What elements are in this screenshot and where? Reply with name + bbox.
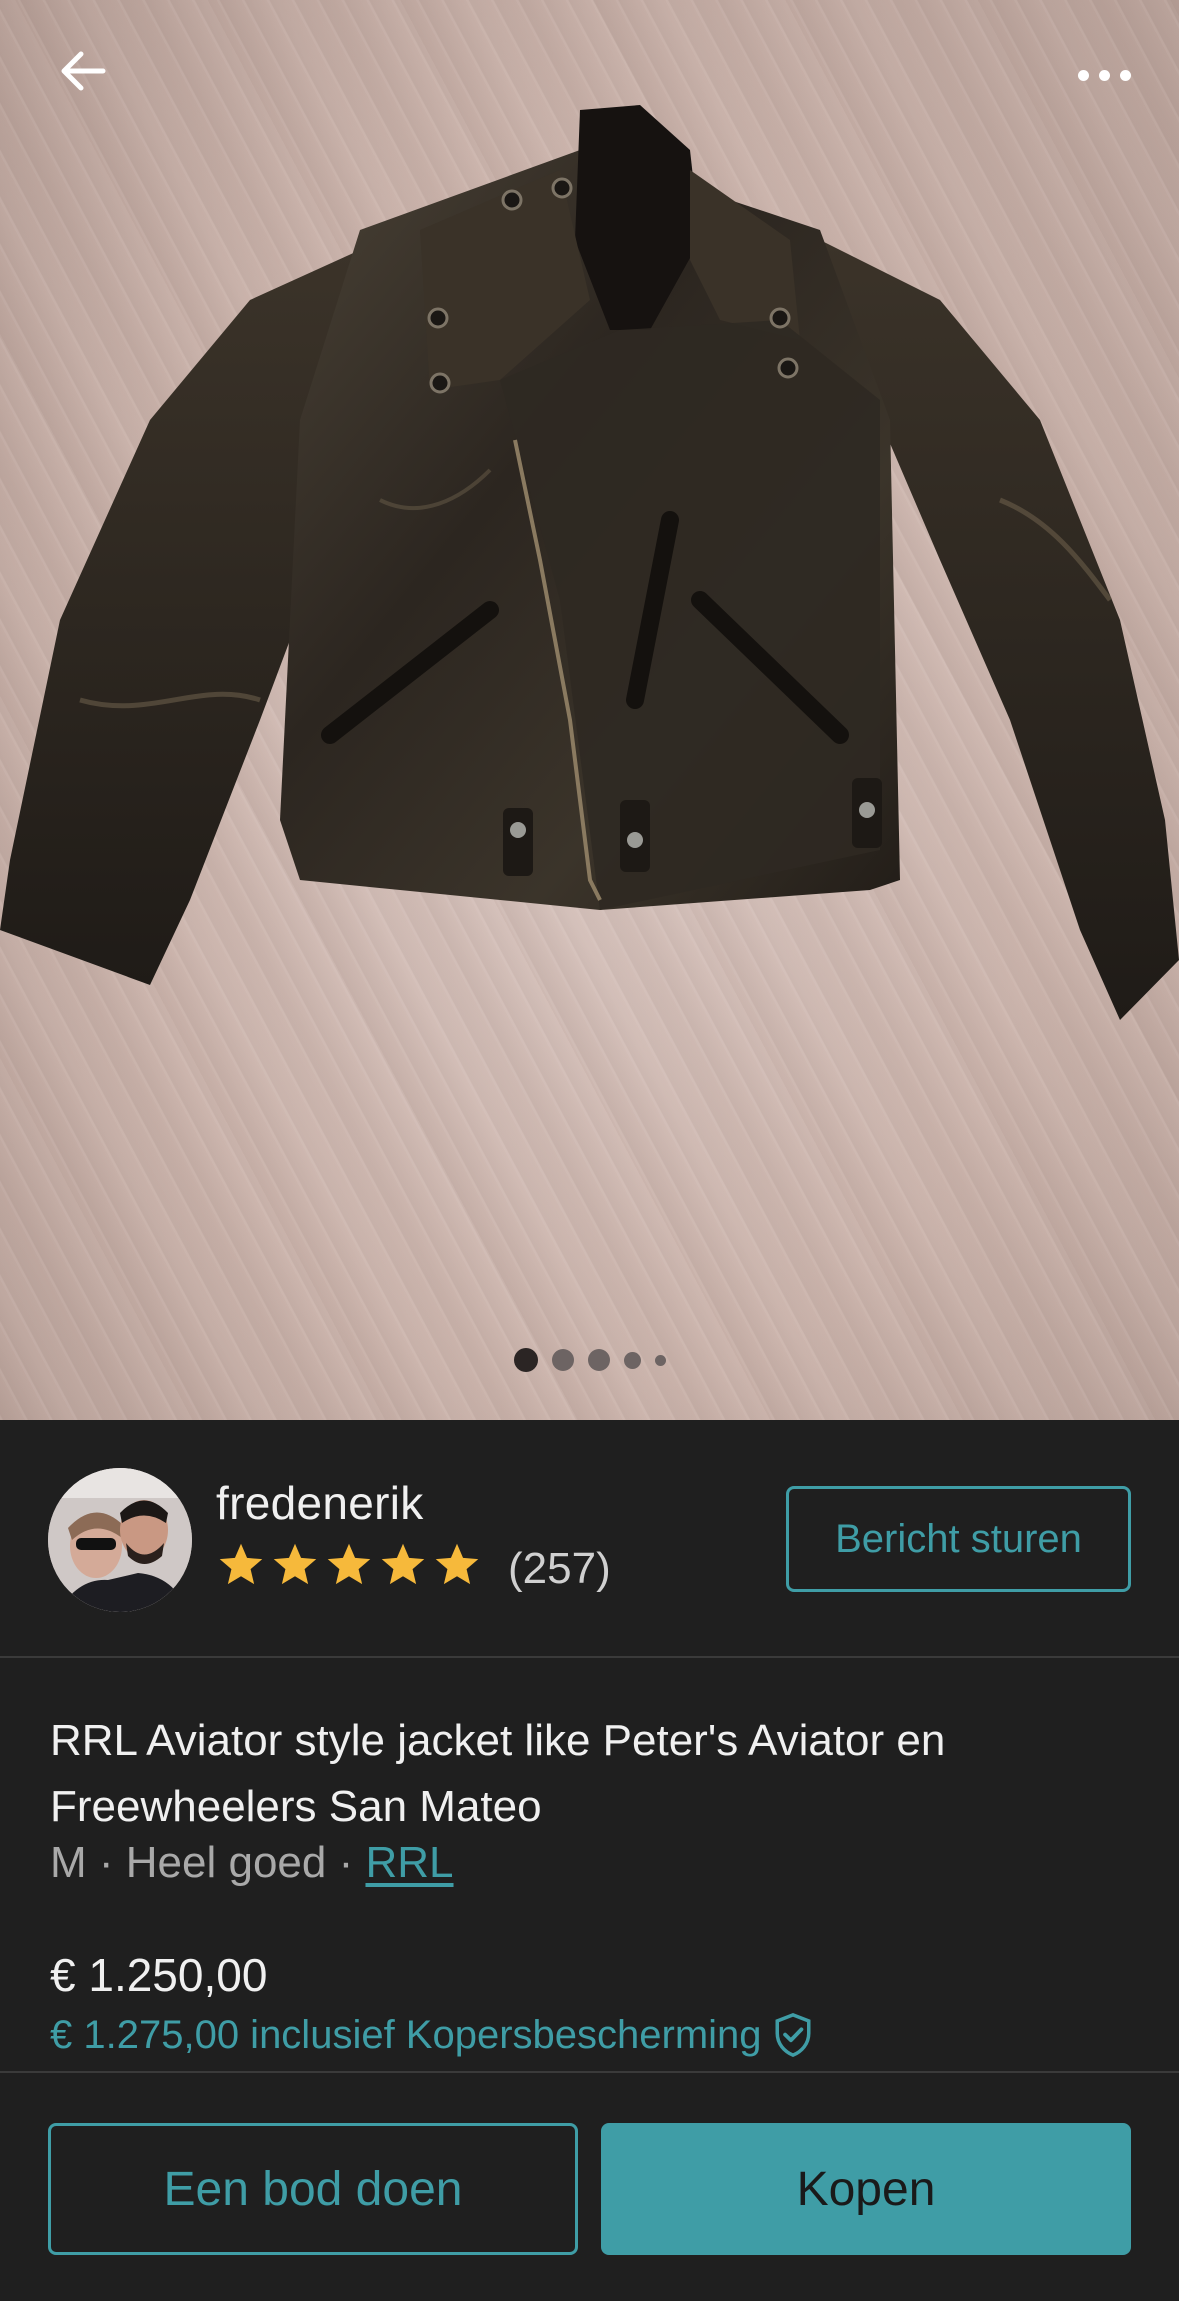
more-horizontal-icon	[1077, 69, 1089, 81]
brand-link[interactable]: RRL	[365, 1838, 453, 1888]
product-title: RRL Aviator style jacket like Peter's Av…	[50, 1716, 946, 1831]
pagination-dot[interactable]	[654, 1354, 666, 1366]
star-icon	[273, 1543, 317, 1585]
star-icon	[327, 1543, 371, 1585]
product-size: M	[50, 1838, 87, 1887]
more-options-button[interactable]	[1059, 40, 1149, 110]
more-horizontal-icon-dot	[1119, 69, 1131, 81]
product-photo[interactable]	[0, 0, 1179, 1420]
action-bar: Een bod doen Kopen	[0, 2071, 1179, 2301]
back-button[interactable]	[48, 36, 118, 106]
pagination-dot[interactable]	[623, 1351, 641, 1369]
jacket-image	[0, 105, 1179, 1020]
avatar[interactable]	[48, 1468, 192, 1612]
shield-check-icon	[775, 2012, 811, 2058]
more-horizontal-icon-dot	[1098, 69, 1110, 81]
avatar-image	[48, 1468, 192, 1612]
product-condition: Heel goed	[125, 1838, 327, 1887]
seller-username[interactable]: fredenerik	[216, 1476, 424, 1530]
review-count[interactable]: (257)	[508, 1544, 611, 1594]
product-meta: M · Heel goed · RRL	[50, 1838, 454, 1888]
seller-section: fredenerik (257) Bericht sturen	[0, 1420, 1179, 1658]
send-message-button[interactable]: Bericht sturen	[786, 1486, 1131, 1592]
product-price: € 1.250,00	[50, 1949, 268, 2001]
pagination-dot[interactable]	[551, 1349, 574, 1371]
gallery-pagination	[0, 1348, 1179, 1372]
pagination-dot[interactable]	[587, 1349, 610, 1371]
star-icon	[219, 1543, 263, 1585]
buy-button[interactable]: Kopen	[601, 2123, 1131, 2255]
star-icon	[435, 1543, 479, 1585]
make-offer-button[interactable]: Een bod doen	[48, 2123, 578, 2255]
buyer-protection-price[interactable]: € 1.275,00 inclusief Kopersbescherming	[50, 2012, 814, 2058]
star-icon	[381, 1543, 425, 1585]
pagination-dot[interactable]	[513, 1348, 538, 1372]
arrow-left-icon	[61, 51, 106, 91]
rating-stars[interactable]	[216, 1540, 482, 1590]
meta-separator: ·	[326, 1838, 366, 1887]
protected-price-label: € 1.275,00 inclusief Kopersbescherming	[50, 2012, 762, 2057]
meta-separator: ·	[86, 1838, 126, 1887]
